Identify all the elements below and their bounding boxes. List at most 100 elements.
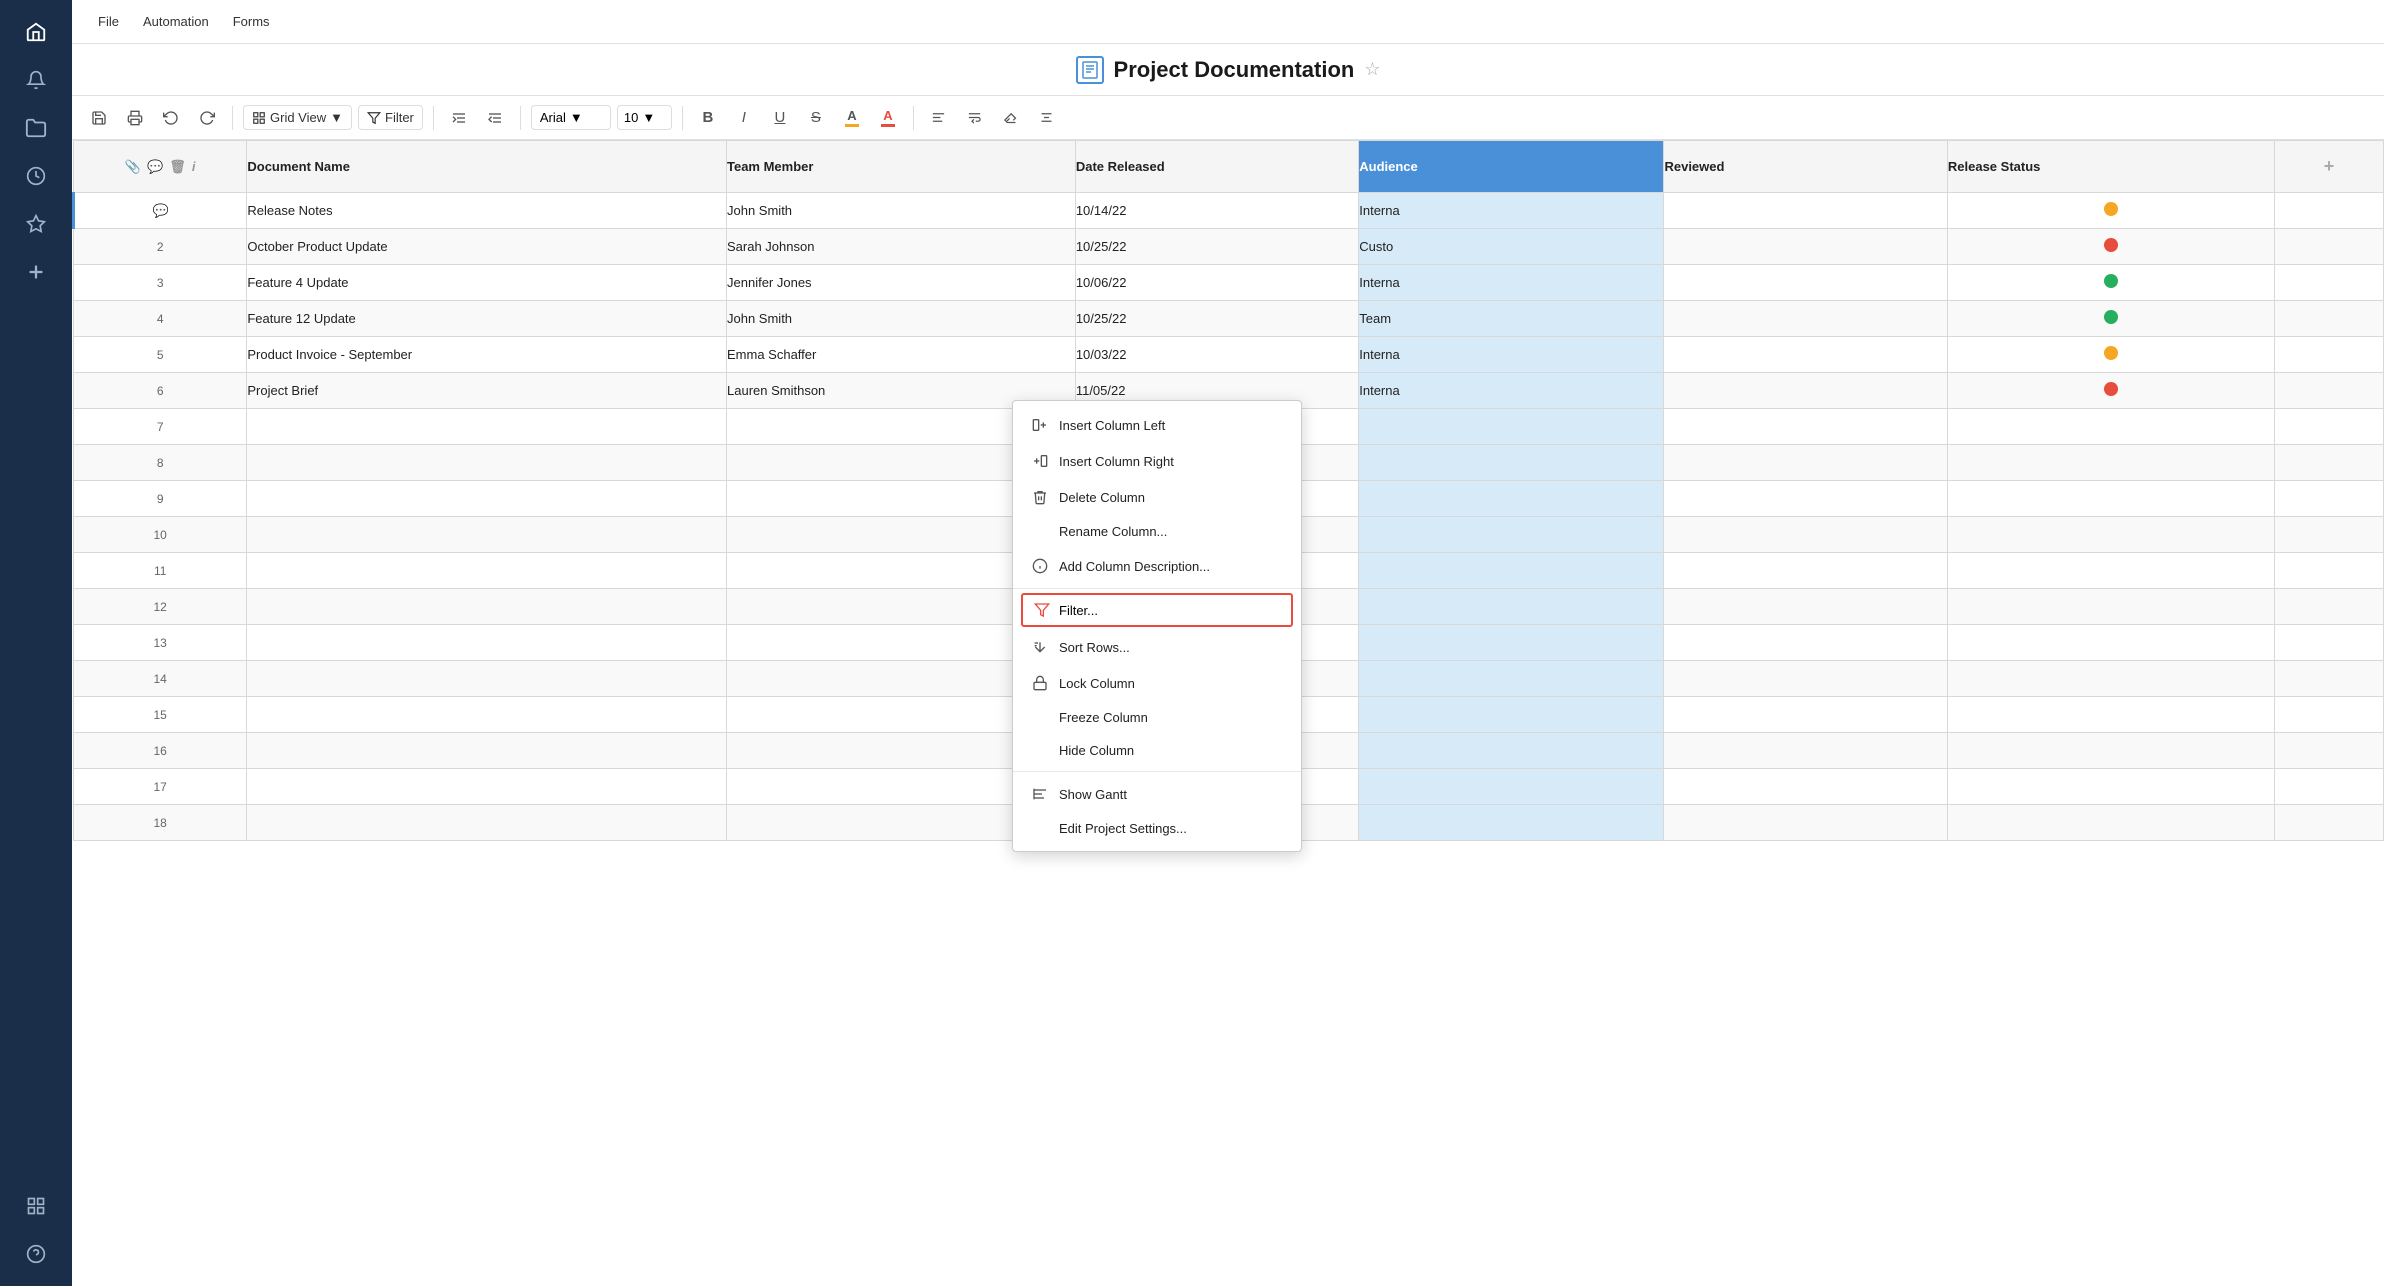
cell-reviewed[interactable] — [1664, 409, 1947, 445]
ctx-delete-col[interactable]: Delete Column — [1013, 479, 1301, 515]
cell-audience[interactable] — [1359, 409, 1664, 445]
cell-reviewed[interactable] — [1664, 229, 1947, 265]
cell-doc-name[interactable] — [247, 445, 727, 481]
cell-reviewed[interactable] — [1664, 481, 1947, 517]
cell-doc-name[interactable]: Project Brief — [247, 373, 727, 409]
apps-grid-icon[interactable] — [16, 1186, 56, 1226]
menu-forms[interactable]: Forms — [223, 10, 280, 33]
print-button[interactable] — [120, 104, 150, 132]
paperclip-icon[interactable]: 📎 — [125, 159, 141, 175]
menu-file[interactable]: File — [88, 10, 129, 33]
folder-icon[interactable] — [16, 108, 56, 148]
favorite-star-icon[interactable]: ☆ — [1364, 59, 1380, 80]
cell-reviewed[interactable] — [1664, 769, 1947, 805]
format-button[interactable] — [1032, 104, 1062, 132]
col-header-reviewed[interactable]: Reviewed — [1664, 141, 1947, 193]
cell-reviewed[interactable] — [1664, 733, 1947, 769]
cell-audience[interactable] — [1359, 517, 1664, 553]
cell-reviewed[interactable] — [1664, 697, 1947, 733]
cell-audience[interactable]: Custo — [1359, 229, 1664, 265]
cell-doc-name[interactable] — [247, 697, 727, 733]
cell-release-status[interactable] — [1947, 553, 2274, 589]
cell-reviewed[interactable] — [1664, 337, 1947, 373]
save-button[interactable] — [84, 104, 114, 132]
underline-button[interactable]: U — [765, 104, 795, 132]
cell-doc-name[interactable] — [247, 625, 727, 661]
ctx-hide-col[interactable]: Hide Column — [1013, 734, 1301, 767]
italic-button[interactable]: I — [729, 104, 759, 132]
cell-release-status[interactable] — [1947, 301, 2274, 337]
cell-reviewed[interactable] — [1664, 445, 1947, 481]
grid-area[interactable]: 📎 💬 🗑 i Document Name Team Member — [72, 140, 2384, 1286]
cell-date-released[interactable]: 10/25/22 — [1075, 229, 1358, 265]
cell-audience[interactable]: Interna — [1359, 265, 1664, 301]
favorites-icon[interactable] — [16, 204, 56, 244]
cell-audience[interactable] — [1359, 625, 1664, 661]
cell-audience[interactable] — [1359, 481, 1664, 517]
ctx-lock-col[interactable]: Lock Column — [1013, 665, 1301, 701]
font-selector[interactable]: Arial ▼ — [531, 105, 611, 130]
info-icon[interactable]: i — [192, 159, 196, 174]
cell-doc-name[interactable] — [247, 589, 727, 625]
cell-audience[interactable]: Interna — [1359, 193, 1664, 229]
ctx-show-gantt[interactable]: Show Gantt — [1013, 776, 1301, 812]
cell-doc-name[interactable]: Release Notes — [247, 193, 727, 229]
indent-button[interactable] — [444, 104, 474, 132]
cell-doc-name[interactable] — [247, 661, 727, 697]
cell-team-member[interactable]: Jennifer Jones — [727, 265, 1076, 301]
menu-automation[interactable]: Automation — [133, 10, 219, 33]
cell-doc-name[interactable] — [247, 517, 727, 553]
cell-release-status[interactable] — [1947, 625, 2274, 661]
cell-doc-name[interactable]: Product Invoice - September — [247, 337, 727, 373]
history-icon[interactable]: 🗑 — [169, 159, 186, 175]
cell-team-member[interactable]: John Smith — [727, 193, 1076, 229]
cell-audience[interactable] — [1359, 805, 1664, 841]
cell-date-released[interactable]: 10/03/22 — [1075, 337, 1358, 373]
cell-reviewed[interactable] — [1664, 625, 1947, 661]
text-color-button[interactable]: A — [873, 104, 903, 132]
cell-audience[interactable] — [1359, 769, 1664, 805]
cell-team-member[interactable]: John Smith — [727, 301, 1076, 337]
cell-release-status[interactable] — [1947, 805, 2274, 841]
cell-audience[interactable] — [1359, 733, 1664, 769]
cell-doc-name[interactable] — [247, 409, 727, 445]
col-header-document-name[interactable]: Document Name — [247, 141, 727, 193]
cell-release-status[interactable] — [1947, 517, 2274, 553]
undo-button[interactable] — [156, 104, 186, 132]
cell-audience[interactable] — [1359, 697, 1664, 733]
filter-dropdown[interactable]: Filter — [358, 105, 423, 130]
cell-doc-name[interactable]: Feature 12 Update — [247, 301, 727, 337]
cell-date-released[interactable]: 10/06/22 — [1075, 265, 1358, 301]
wrap-text-button[interactable] — [960, 104, 990, 132]
cell-release-status[interactable] — [1947, 373, 2274, 409]
align-left-button[interactable] — [924, 104, 954, 132]
cell-audience[interactable] — [1359, 661, 1664, 697]
cell-reviewed[interactable] — [1664, 589, 1947, 625]
cell-reviewed[interactable] — [1664, 553, 1947, 589]
outdent-button[interactable] — [480, 104, 510, 132]
cell-audience[interactable] — [1359, 553, 1664, 589]
fill-color-button[interactable]: A — [837, 104, 867, 132]
cell-audience[interactable] — [1359, 589, 1664, 625]
cell-release-status[interactable] — [1947, 337, 2274, 373]
bell-icon[interactable] — [16, 60, 56, 100]
cell-release-status[interactable] — [1947, 445, 2274, 481]
cell-release-status[interactable] — [1947, 409, 2274, 445]
cell-audience[interactable] — [1359, 445, 1664, 481]
cell-reviewed[interactable] — [1664, 661, 1947, 697]
col-header-date-released[interactable]: Date Released — [1075, 141, 1358, 193]
cell-reviewed[interactable] — [1664, 265, 1947, 301]
cell-release-status[interactable] — [1947, 193, 2274, 229]
eraser-button[interactable] — [996, 104, 1026, 132]
cell-team-member[interactable]: Emma Schaffer — [727, 337, 1076, 373]
cell-doc-name[interactable] — [247, 481, 727, 517]
cell-reviewed[interactable] — [1664, 805, 1947, 841]
cell-release-status[interactable] — [1947, 229, 2274, 265]
cell-release-status[interactable] — [1947, 769, 2274, 805]
redo-button[interactable] — [192, 104, 222, 132]
cell-release-status[interactable] — [1947, 661, 2274, 697]
cell-date-released[interactable]: 10/25/22 — [1075, 301, 1358, 337]
col-header-add[interactable]: + — [2274, 141, 2383, 193]
grid-view-dropdown[interactable]: Grid View ▼ — [243, 105, 352, 130]
help-icon[interactable] — [16, 1234, 56, 1274]
